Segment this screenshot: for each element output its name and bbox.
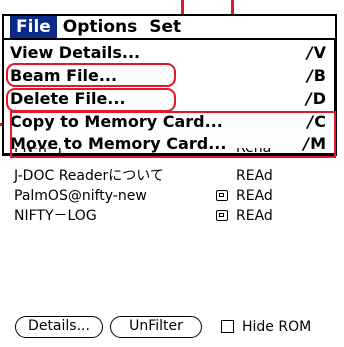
command-stroke-icon: / xyxy=(305,89,312,108)
list-item-name: NIFTY－LOG xyxy=(14,208,97,224)
unfilter-button[interactable]: UnFilter xyxy=(110,316,202,338)
list-item-name: PalmOS@nifty-new xyxy=(14,188,147,204)
list-item-name: PN-n--J xyxy=(14,148,62,156)
menu-item-label: View Details... xyxy=(10,43,141,62)
details-button[interactable]: Details... xyxy=(15,316,103,338)
palm-screen: File Options Set View Details... /V Beam… xyxy=(0,0,344,347)
menu-file[interactable]: File xyxy=(10,16,57,38)
menu-bar: File Options Set xyxy=(2,14,337,38)
menu-item-delete-file[interactable]: Delete File... /D xyxy=(10,88,326,110)
menu-item-shortcut: /B xyxy=(306,66,326,85)
list-item-status: REAd xyxy=(236,168,273,184)
list-item[interactable]: NIFTY－LOG REAd xyxy=(14,206,334,226)
menu-set[interactable]: Set xyxy=(143,16,187,38)
memory-card-icon xyxy=(216,210,228,221)
menu-item-copy-to-card[interactable]: Copy to Memory Card... /C xyxy=(10,111,326,133)
menu-item-shortcut: /D xyxy=(305,89,326,108)
command-stroke-icon: / xyxy=(306,43,313,62)
hide-rom-checkbox[interactable] xyxy=(221,320,234,333)
list-item-name: J-DOC Readerについて xyxy=(14,168,164,184)
list-item[interactable]: PalmOS@nifty-new REAd xyxy=(14,186,334,206)
command-stroke-icon: / xyxy=(306,66,313,85)
menu-options[interactable]: Options xyxy=(57,16,143,38)
menu-item-label: Beam File... xyxy=(10,66,118,85)
list-item[interactable]: J-DOC Readerについて REAd xyxy=(14,166,334,186)
menu-item-beam-file[interactable]: Beam File... /B xyxy=(10,65,326,87)
menu-item-view-details[interactable]: View Details... /V xyxy=(10,42,326,64)
file-menu-dropdown: View Details... /V Beam File... /B Delet… xyxy=(2,38,337,156)
menu-item-label: Delete File... xyxy=(10,89,126,108)
hide-rom-label: Hide ROM xyxy=(242,319,312,335)
menu-item-shortcut: /C xyxy=(307,112,326,131)
list-item-status: REAd xyxy=(236,208,273,224)
list-item-status: Rena xyxy=(236,148,272,156)
file-list: PN-n--J Rena J-DOC Readerについて REAd PalmO… xyxy=(14,148,334,226)
command-stroke-icon: / xyxy=(307,112,314,131)
memory-card-icon xyxy=(216,190,228,201)
list-item[interactable]: PN-n--J Rena xyxy=(14,148,334,158)
list-item-status: REAd xyxy=(236,188,273,204)
menu-item-shortcut: /V xyxy=(306,43,326,62)
menu-item-label: Copy to Memory Card... xyxy=(10,112,223,131)
